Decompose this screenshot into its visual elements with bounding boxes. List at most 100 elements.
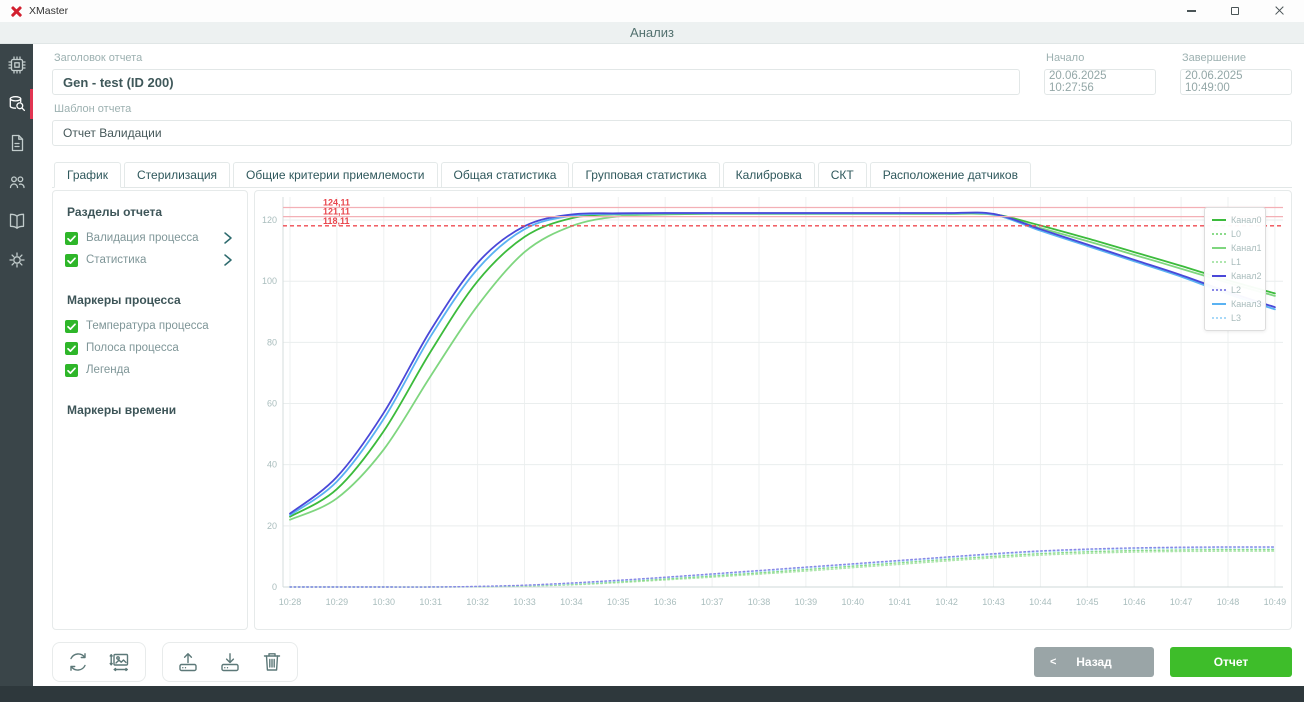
page-title: Анализ bbox=[0, 22, 1304, 44]
option-validation-process[interactable]: Валидация процесса bbox=[65, 227, 235, 249]
option-process-band[interactable]: Полоса процесса bbox=[65, 337, 235, 359]
svg-text:10:46: 10:46 bbox=[1123, 597, 1146, 607]
tab-skt[interactable]: СКТ bbox=[818, 162, 867, 187]
sidebar-item-users[interactable] bbox=[0, 169, 33, 195]
svg-text:10:39: 10:39 bbox=[795, 597, 818, 607]
xmaster-logo-icon bbox=[10, 5, 23, 18]
checkbox-checked-icon[interactable] bbox=[65, 342, 78, 355]
legend-entry: L3 bbox=[1212, 311, 1258, 325]
report-button[interactable]: Отчет bbox=[1170, 647, 1292, 677]
legend-entry: L1 bbox=[1212, 255, 1258, 269]
temperature-chart: 02040608010012010:2810:2910:3010:3110:32… bbox=[255, 191, 1291, 629]
toolgroup-view bbox=[52, 642, 146, 682]
report-title-input[interactable]: Gen - test (ID 200) bbox=[52, 69, 1020, 95]
back-button[interactable]: < Назад bbox=[1034, 647, 1154, 677]
svg-text:10:48: 10:48 bbox=[1217, 597, 1240, 607]
svg-text:20: 20 bbox=[267, 521, 277, 531]
svg-text:10:42: 10:42 bbox=[935, 597, 958, 607]
legend-swatch bbox=[1212, 219, 1226, 221]
legend-label: L3 bbox=[1231, 313, 1241, 323]
toolgroup-file bbox=[162, 642, 298, 682]
svg-text:10:40: 10:40 bbox=[842, 597, 865, 607]
option-legend[interactable]: Легенда bbox=[65, 359, 235, 381]
checkbox-checked-icon[interactable] bbox=[65, 232, 78, 245]
tab-obshchaya-statistika[interactable]: Общая статистика bbox=[441, 162, 570, 187]
export-image-button[interactable] bbox=[108, 650, 132, 674]
template-label: Шаблон отчета bbox=[54, 103, 1292, 116]
svg-text:10:36: 10:36 bbox=[654, 597, 677, 607]
legend-label: Канал0 bbox=[1231, 215, 1261, 225]
maximize-icon[interactable] bbox=[1228, 4, 1242, 18]
svg-text:10:33: 10:33 bbox=[513, 597, 536, 607]
checkbox-checked-icon[interactable] bbox=[65, 364, 78, 377]
refresh-button[interactable] bbox=[66, 650, 90, 674]
legend-label: L2 bbox=[1231, 285, 1241, 295]
option-label: Температура процесса bbox=[86, 320, 209, 332]
tab-obshchie-kriterii[interactable]: Общие критерии приемлемости bbox=[233, 162, 437, 187]
legend-entry: L2 bbox=[1212, 283, 1258, 297]
legend-entry: Канал1 bbox=[1212, 241, 1258, 255]
svg-text:10:41: 10:41 bbox=[888, 597, 911, 607]
close-icon[interactable] bbox=[1272, 4, 1286, 18]
tab-gruppovaya-statistika[interactable]: Групповая статистика bbox=[572, 162, 719, 187]
cpu-icon bbox=[8, 56, 26, 74]
delete-button[interactable] bbox=[260, 650, 284, 674]
export-image-icon bbox=[108, 650, 132, 674]
option-process-temperature[interactable]: Температура процесса bbox=[65, 315, 235, 337]
chevron-right-icon[interactable] bbox=[223, 253, 233, 267]
sidebar-item-cpu[interactable] bbox=[0, 52, 33, 78]
svg-text:60: 60 bbox=[267, 399, 277, 409]
tab-kalibrovka[interactable]: Калибровка bbox=[723, 162, 815, 187]
minimize-icon[interactable] bbox=[1184, 4, 1198, 18]
checkbox-checked-icon[interactable] bbox=[65, 320, 78, 333]
legend-swatch bbox=[1212, 275, 1226, 277]
option-label: Статистика bbox=[86, 254, 146, 266]
svg-text:80: 80 bbox=[267, 337, 277, 347]
tab-sterilizatsiya[interactable]: Стерилизация bbox=[124, 162, 230, 187]
refresh-icon bbox=[66, 650, 90, 674]
legend-swatch bbox=[1212, 317, 1226, 319]
chevron-right-icon[interactable] bbox=[223, 231, 233, 245]
tab-grafik[interactable]: График bbox=[54, 162, 121, 188]
legend-label: Канал1 bbox=[1231, 243, 1261, 253]
book-icon bbox=[8, 212, 26, 230]
legend-entry: Канал0 bbox=[1212, 213, 1258, 227]
option-statistics[interactable]: Статистика bbox=[65, 249, 235, 271]
app-title: XMaster bbox=[29, 5, 68, 17]
legend-label: L1 bbox=[1231, 257, 1241, 267]
sidebar-item-settings[interactable] bbox=[0, 247, 33, 273]
svg-text:10:47: 10:47 bbox=[1170, 597, 1193, 607]
legend-entry: Канал2 bbox=[1212, 269, 1258, 283]
tab-bar: График Стерилизация Общие критерии прием… bbox=[52, 162, 1292, 188]
main-content: Заголовок отчета Gen - test (ID 200) Нач… bbox=[33, 44, 1304, 686]
legend-entry: L0 bbox=[1212, 227, 1258, 241]
legend-label: Канал3 bbox=[1231, 299, 1261, 309]
svg-text:10:45: 10:45 bbox=[1076, 597, 1099, 607]
svg-text:40: 40 bbox=[267, 460, 277, 470]
svg-text:10:31: 10:31 bbox=[419, 597, 442, 607]
template-input[interactable]: Отчет Валидации bbox=[52, 120, 1292, 146]
option-label: Валидация процесса bbox=[86, 232, 199, 244]
download-button[interactable] bbox=[218, 650, 242, 674]
users-icon bbox=[8, 173, 26, 191]
legend-swatch bbox=[1212, 261, 1226, 263]
report-title-label: Заголовок отчета bbox=[54, 52, 1020, 65]
svg-text:10:30: 10:30 bbox=[373, 597, 396, 607]
sidebar-item-book[interactable] bbox=[0, 208, 33, 234]
finish-input[interactable]: 20.06.2025 10:49:00 bbox=[1180, 69, 1292, 95]
download-icon bbox=[218, 650, 242, 674]
start-input[interactable]: 20.06.2025 10:27:56 bbox=[1044, 69, 1156, 95]
svg-text:0: 0 bbox=[272, 582, 277, 592]
legend-label: L0 bbox=[1231, 229, 1241, 239]
tab-raspolozhenie-datchikov[interactable]: Расположение датчиков bbox=[870, 162, 1031, 187]
checkbox-checked-icon[interactable] bbox=[65, 254, 78, 267]
status-bar bbox=[0, 686, 1304, 702]
finish-label: Завершение bbox=[1182, 52, 1292, 65]
sidebar-item-data-search[interactable] bbox=[0, 91, 33, 117]
back-label: Назад bbox=[1076, 655, 1112, 669]
chart-panel: 02040608010012010:2810:2910:3010:3110:32… bbox=[254, 190, 1292, 630]
svg-text:10:44: 10:44 bbox=[1029, 597, 1052, 607]
legend-swatch bbox=[1212, 303, 1226, 305]
sidebar-item-report[interactable] bbox=[0, 130, 33, 156]
upload-button[interactable] bbox=[176, 650, 200, 674]
